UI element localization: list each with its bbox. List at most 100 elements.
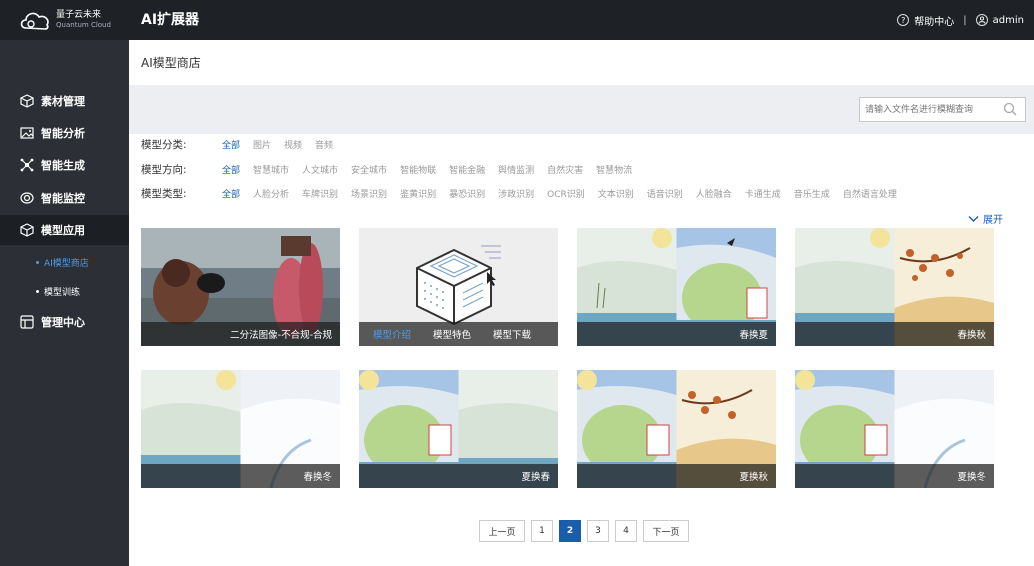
sidebar-item-admin[interactable]: 管理中心 — [0, 307, 129, 337]
sidebar-item-label: 管理中心 — [41, 316, 85, 329]
filter-option[interactable]: 人脸分析 — [253, 187, 289, 200]
search-box[interactable] — [859, 97, 1026, 122]
filter-option[interactable]: 人文城市 — [302, 163, 338, 176]
filter-option[interactable]: 人脸融合 — [696, 187, 732, 200]
filter-label: 模型类型: — [141, 187, 187, 200]
page-button-4[interactable]: 4 — [615, 520, 637, 542]
bullet-icon — [36, 261, 39, 264]
model-card[interactable]: 夏换秋 — [577, 370, 776, 488]
card-caption: 夏换秋 — [577, 464, 776, 488]
card-caption: 春换冬 — [141, 464, 340, 488]
filter-option[interactable]: 卡通生成 — [745, 187, 781, 200]
search-icon[interactable] — [1003, 102, 1017, 116]
filter-row-type: 模型类型: 全部 人脸分析 车牌识别 场景识别 鉴黄识别 暴恐识别 涉政识别 O… — [141, 186, 910, 200]
sidebar-item-model-app[interactable]: 模型应用 — [0, 215, 129, 245]
filter-option[interactable]: 全部 — [222, 138, 240, 151]
image-icon — [20, 127, 34, 139]
header-separator: | — [963, 14, 967, 26]
sidebar-subitem-label: AI模型商店 — [44, 259, 89, 269]
model-card[interactable]: 春换冬 — [141, 370, 340, 488]
bullet-icon — [36, 290, 39, 293]
network-icon — [20, 158, 34, 172]
sidebar-item-label: 智能生成 — [41, 159, 85, 172]
filter-option[interactable]: 图片 — [253, 138, 271, 151]
filter-option[interactable]: 自然灾害 — [547, 163, 583, 176]
page-button-1[interactable]: 1 — [531, 520, 553, 542]
filter-option[interactable]: 音频 — [315, 138, 333, 151]
model-intro-link[interactable]: 模型介绍 — [373, 327, 411, 341]
top-header: 量子云未来 Quantum Cloud AI扩展器 ? 帮助中心 | admin — [0, 0, 1034, 40]
sidebar-item-label: 素材管理 — [41, 95, 85, 108]
expand-toggle[interactable]: 展开 — [968, 211, 1003, 226]
prev-page-button[interactable]: 上一页 — [479, 520, 525, 542]
filter-option[interactable]: 舆情监测 — [498, 163, 534, 176]
box-icon — [20, 223, 34, 237]
filter-option[interactable]: 安全城市 — [351, 163, 387, 176]
filter-option[interactable]: 涉政识别 — [498, 187, 534, 200]
help-icon[interactable]: ? — [897, 14, 910, 26]
sidebar-item-analysis[interactable]: 智能分析 — [0, 118, 129, 148]
sidebar-item-material[interactable]: 素材管理 — [0, 86, 129, 116]
filter-option[interactable]: 智慧物流 — [596, 163, 632, 176]
sidebar-subitem-model-store[interactable]: AI模型商店 — [36, 256, 89, 269]
cloud-logo-icon — [20, 12, 49, 30]
card-caption: 二分法图像-不合规-合规 — [141, 322, 340, 346]
chevron-down-icon — [968, 215, 979, 222]
cube-icon — [20, 94, 34, 108]
sidebar-item-generate[interactable]: 智能生成 — [0, 150, 129, 180]
sidebar-subitem-label: 模型训练 — [44, 288, 81, 298]
filter-option[interactable]: 智能金融 — [449, 163, 485, 176]
logo[interactable]: 量子云未来 Quantum Cloud — [0, 0, 129, 40]
filter-option[interactable]: 视频 — [284, 138, 302, 151]
card-caption: 夏换春 — [359, 464, 558, 488]
grid-icon — [20, 315, 34, 329]
sidebar-subitem-model-training[interactable]: 模型训练 — [36, 285, 80, 298]
filter-option[interactable]: 智能物联 — [400, 163, 436, 176]
pagination: 上一页 1 2 3 4 下一页 — [479, 520, 695, 542]
page-title: AI模型商店 — [141, 56, 201, 70]
filter-option[interactable]: 车牌识别 — [302, 187, 338, 200]
filter-option[interactable]: 全部 — [222, 187, 240, 200]
help-center-link[interactable]: 帮助中心 — [914, 13, 954, 28]
user-icon[interactable] — [975, 14, 988, 26]
camera-icon — [20, 192, 34, 204]
model-card[interactable]: 夏换冬 — [795, 370, 994, 488]
card-action-bar: 模型介绍 模型特色 模型下载 — [359, 322, 558, 346]
model-feature-link[interactable]: 模型特色 — [433, 327, 471, 341]
model-card[interactable]: 春换秋 — [795, 228, 994, 346]
sidebar-item-label: 智能监控 — [41, 192, 85, 205]
filter-option[interactable]: 语音识别 — [647, 187, 683, 200]
card-caption: 春换夏 — [577, 322, 776, 346]
card-caption: 夏换冬 — [795, 464, 994, 488]
expand-label: 展开 — [983, 215, 1003, 226]
sidebar-item-label: 智能分析 — [41, 127, 85, 140]
filter-option[interactable]: 音乐生成 — [794, 187, 830, 200]
filter-option[interactable]: 自然语言处理 — [843, 187, 897, 200]
filter-option[interactable]: 智慧城市 — [253, 163, 289, 176]
model-download-link[interactable]: 模型下载 — [493, 327, 531, 341]
search-input[interactable] — [860, 98, 1000, 121]
model-card[interactable]: 模型介绍 模型特色 模型下载 — [359, 228, 558, 346]
page-button-2[interactable]: 2 — [559, 520, 581, 542]
page-button-3[interactable]: 3 — [587, 520, 609, 542]
sidebar-item-monitor[interactable]: 智能监控 — [0, 183, 129, 213]
filter-option[interactable]: 场景识别 — [351, 187, 387, 200]
filter-option[interactable]: 暴恐识别 — [449, 187, 485, 200]
logo-text-cn: 量子云未来 — [56, 10, 102, 20]
filter-label: 模型分类: — [141, 138, 187, 151]
filter-option[interactable]: OCR识别 — [547, 187, 585, 200]
model-card[interactable]: 二分法图像-不合规-合规 — [141, 228, 340, 346]
filter-label: 模型方向: — [141, 163, 187, 176]
model-card[interactable]: 夏换春 — [359, 370, 558, 488]
sidebar-item-label: 模型应用 — [41, 224, 85, 237]
filter-row-category: 模型分类: 全部 图片 视频 音频 — [141, 137, 346, 151]
app-title: AI扩展器 — [141, 12, 200, 28]
sidebar: 素材管理 智能分析 智能生成 智能监控 模型应用 AI模型商店 模型训练 管理中… — [0, 40, 129, 566]
filter-option[interactable]: 鉴黄识别 — [400, 187, 436, 200]
model-card[interactable]: 春换夏 — [577, 228, 776, 346]
filter-option[interactable]: 全部 — [222, 163, 240, 176]
next-page-button[interactable]: 下一页 — [643, 520, 689, 542]
user-name[interactable]: admin — [993, 15, 1024, 26]
logo-text-en: Quantum Cloud — [56, 21, 111, 29]
filter-option[interactable]: 文本识别 — [598, 187, 634, 200]
